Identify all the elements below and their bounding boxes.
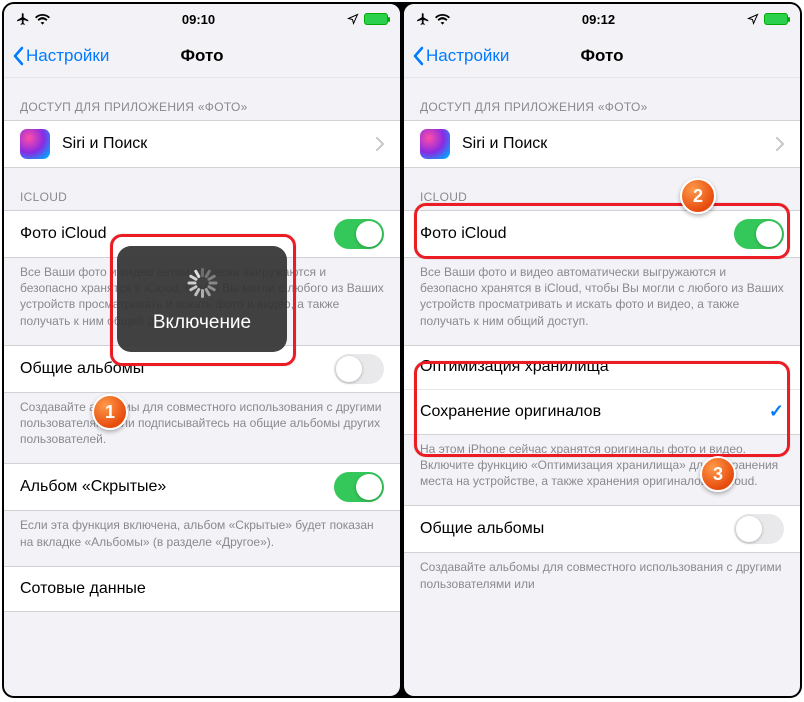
right-phone: 09:12 Настройки Фото ДОСТУП ДЛЯ ПРИЛОЖЕН… xyxy=(404,4,800,696)
siri-group: Siri и Поиск xyxy=(404,120,800,168)
section-header-icloud: ICLOUD xyxy=(404,168,800,210)
nav-bar: Настройки Фото xyxy=(404,34,800,78)
siri-cell[interactable]: Siri и Поиск xyxy=(4,121,400,167)
icloud-photos-cell[interactable]: Фото iCloud xyxy=(404,211,800,257)
battery-icon xyxy=(764,13,788,25)
hud-text: Включение xyxy=(127,312,277,334)
storage-group: Оптимизация хранилища Сохранение оригина… xyxy=(404,345,800,435)
shared-albums-toggle[interactable] xyxy=(734,514,784,544)
siri-icon xyxy=(20,129,50,159)
hidden-album-label: Альбом «Скрытые» xyxy=(20,478,334,496)
siri-icon xyxy=(420,129,450,159)
content: ДОСТУП ДЛЯ ПРИЛОЖЕНИЯ «ФОТО» Siri и Поис… xyxy=(404,78,800,696)
status-time: 09:10 xyxy=(182,12,215,27)
cellular-cell[interactable]: Сотовые данные xyxy=(4,567,400,611)
battery-icon xyxy=(364,13,388,25)
chevron-right-icon xyxy=(776,137,784,151)
chevron-left-icon xyxy=(12,46,24,66)
keep-originals-cell[interactable]: Сохранение оригиналов ✓ xyxy=(404,390,800,434)
status-time: 09:12 xyxy=(582,12,615,27)
shared-albums-cell[interactable]: Общие альбомы xyxy=(4,346,400,392)
location-icon xyxy=(747,13,759,25)
chevron-left-icon xyxy=(412,46,424,66)
status-right xyxy=(747,13,788,25)
shared-footer: Создавайте альбомы для совместного испол… xyxy=(404,553,800,593)
keep-orig-label: Сохранение оригиналов xyxy=(420,403,769,421)
status-right xyxy=(347,13,388,25)
icloud-footer: Все Ваши фото и видео автоматически выгр… xyxy=(404,258,800,331)
optimize-label: Оптимизация хранилища xyxy=(420,358,784,376)
shared-albums-cell[interactable]: Общие альбомы xyxy=(404,506,800,552)
cellular-label: Сотовые данные xyxy=(20,580,384,598)
nav-bar: Настройки Фото xyxy=(4,34,400,78)
hidden-album-toggle[interactable] xyxy=(334,472,384,502)
wifi-icon xyxy=(435,13,450,25)
back-label: Настройки xyxy=(426,46,509,66)
left-phone: 09:10 Настройки Фото ДОСТУП ДЛЯ ПРИЛОЖЕН… xyxy=(4,4,400,696)
page-title: Фото xyxy=(581,46,624,66)
shared-albums-label: Общие альбомы xyxy=(20,360,334,378)
section-header-access: ДОСТУП ДЛЯ ПРИЛОЖЕНИЯ «ФОТО» xyxy=(404,78,800,120)
siri-group: Siri и Поиск xyxy=(4,120,400,168)
icloud-photos-label: Фото iCloud xyxy=(20,225,334,243)
icloud-group: Фото iCloud xyxy=(404,210,800,258)
section-header-access: ДОСТУП ДЛЯ ПРИЛОЖЕНИЯ «ФОТО» xyxy=(4,78,400,120)
hidden-footer: Если эта функция включена, альбом «Скрыт… xyxy=(4,511,400,551)
shared-albums-label: Общие альбомы xyxy=(420,520,734,538)
wifi-icon xyxy=(35,13,50,25)
airplane-icon xyxy=(416,12,430,26)
icloud-photos-toggle[interactable] xyxy=(734,219,784,249)
shared-footer: Создавайте альбомы для совместного испол… xyxy=(4,393,400,450)
content: ДОСТУП ДЛЯ ПРИЛОЖЕНИЯ «ФОТО» Siri и Поис… xyxy=(4,78,400,696)
siri-label: Siri и Поиск xyxy=(462,135,776,153)
siri-label: Siri и Поиск xyxy=(62,135,376,153)
status-bar: 09:12 xyxy=(404,4,800,34)
icloud-photos-label: Фото iCloud xyxy=(420,225,734,243)
dual-screenshot-frame: 09:10 Настройки Фото ДОСТУП ДЛЯ ПРИЛОЖЕН… xyxy=(2,2,802,698)
chevron-right-icon xyxy=(376,137,384,151)
page-title: Фото xyxy=(181,46,224,66)
location-icon xyxy=(347,13,359,25)
status-left xyxy=(16,12,50,26)
hidden-album-cell[interactable]: Альбом «Скрытые» xyxy=(4,464,400,510)
back-button[interactable]: Настройки xyxy=(412,46,509,66)
status-left xyxy=(416,12,450,26)
shared-group: Общие альбомы xyxy=(404,505,800,553)
siri-cell[interactable]: Siri и Поиск xyxy=(404,121,800,167)
section-header-icloud: ICLOUD xyxy=(4,168,400,210)
spinner-icon xyxy=(187,268,217,298)
storage-footer: На этом iPhone сейчас хранятся оригиналы… xyxy=(404,435,800,492)
hidden-group: Альбом «Скрытые» xyxy=(4,463,400,511)
optimize-storage-cell[interactable]: Оптимизация хранилища xyxy=(404,346,800,390)
back-label: Настройки xyxy=(26,46,109,66)
airplane-icon xyxy=(16,12,30,26)
back-button[interactable]: Настройки xyxy=(12,46,109,66)
bottom-group: Сотовые данные xyxy=(4,566,400,612)
status-bar: 09:10 xyxy=(4,4,400,34)
loading-hud: Включение xyxy=(117,246,287,352)
icloud-photos-toggle[interactable] xyxy=(334,219,384,249)
check-icon: ✓ xyxy=(769,401,784,422)
shared-albums-toggle[interactable] xyxy=(334,354,384,384)
